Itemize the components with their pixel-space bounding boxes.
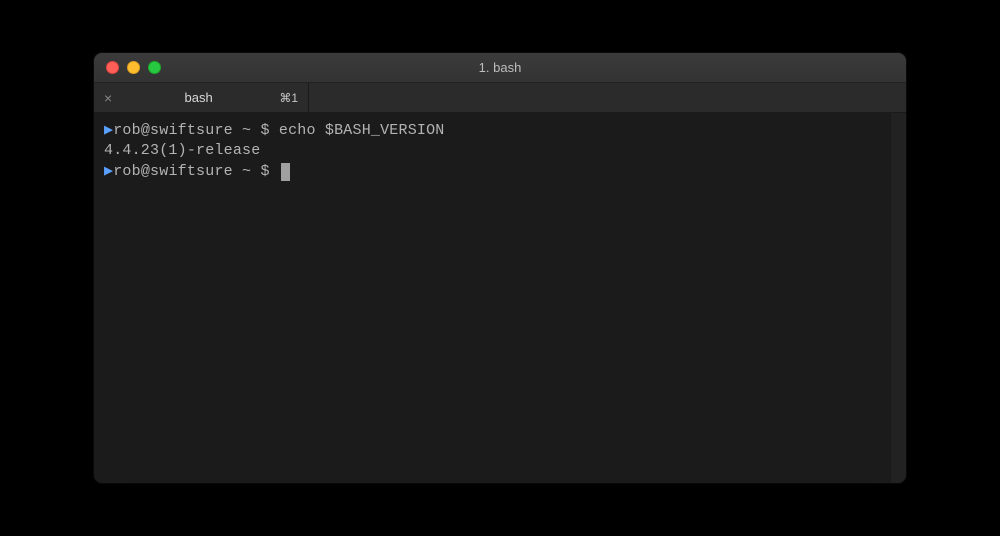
prompt-text: rob@swiftsure ~ $: [113, 162, 279, 182]
scrollbar[interactable]: [890, 113, 906, 483]
maximize-icon[interactable]: [148, 61, 161, 74]
prompt-text: rob@swiftsure ~ $: [113, 121, 279, 141]
terminal-window: 1. bash × bash ⌘1 ▶ rob@swiftsure ~ $ ec…: [94, 53, 906, 483]
prompt-marker-icon: ▶: [104, 162, 113, 182]
tab-shortcut: ⌘1: [279, 91, 298, 105]
close-icon[interactable]: [106, 61, 119, 74]
output-text: 4.4.23(1)-release: [104, 141, 260, 161]
terminal-body: ▶ rob@swiftsure ~ $ echo $BASH_VERSION 4…: [94, 113, 906, 483]
terminal-line: ▶ rob@swiftsure ~ $: [104, 162, 880, 182]
titlebar[interactable]: 1. bash: [94, 53, 906, 83]
minimize-icon[interactable]: [127, 61, 140, 74]
tab-close-icon[interactable]: ×: [104, 91, 118, 105]
cursor-icon: [281, 163, 290, 181]
tab-label: bash: [118, 90, 279, 105]
terminal-line: ▶ rob@swiftsure ~ $ echo $BASH_VERSION: [104, 121, 880, 141]
tab-bash[interactable]: × bash ⌘1: [94, 83, 309, 112]
traffic-lights: [106, 61, 161, 74]
terminal-line: 4.4.23(1)-release: [104, 141, 880, 161]
terminal-content[interactable]: ▶ rob@swiftsure ~ $ echo $BASH_VERSION 4…: [94, 113, 890, 483]
window-title: 1. bash: [94, 60, 906, 75]
tab-bar: × bash ⌘1: [94, 83, 906, 113]
command-text: echo $BASH_VERSION: [279, 121, 445, 141]
prompt-marker-icon: ▶: [104, 121, 113, 141]
